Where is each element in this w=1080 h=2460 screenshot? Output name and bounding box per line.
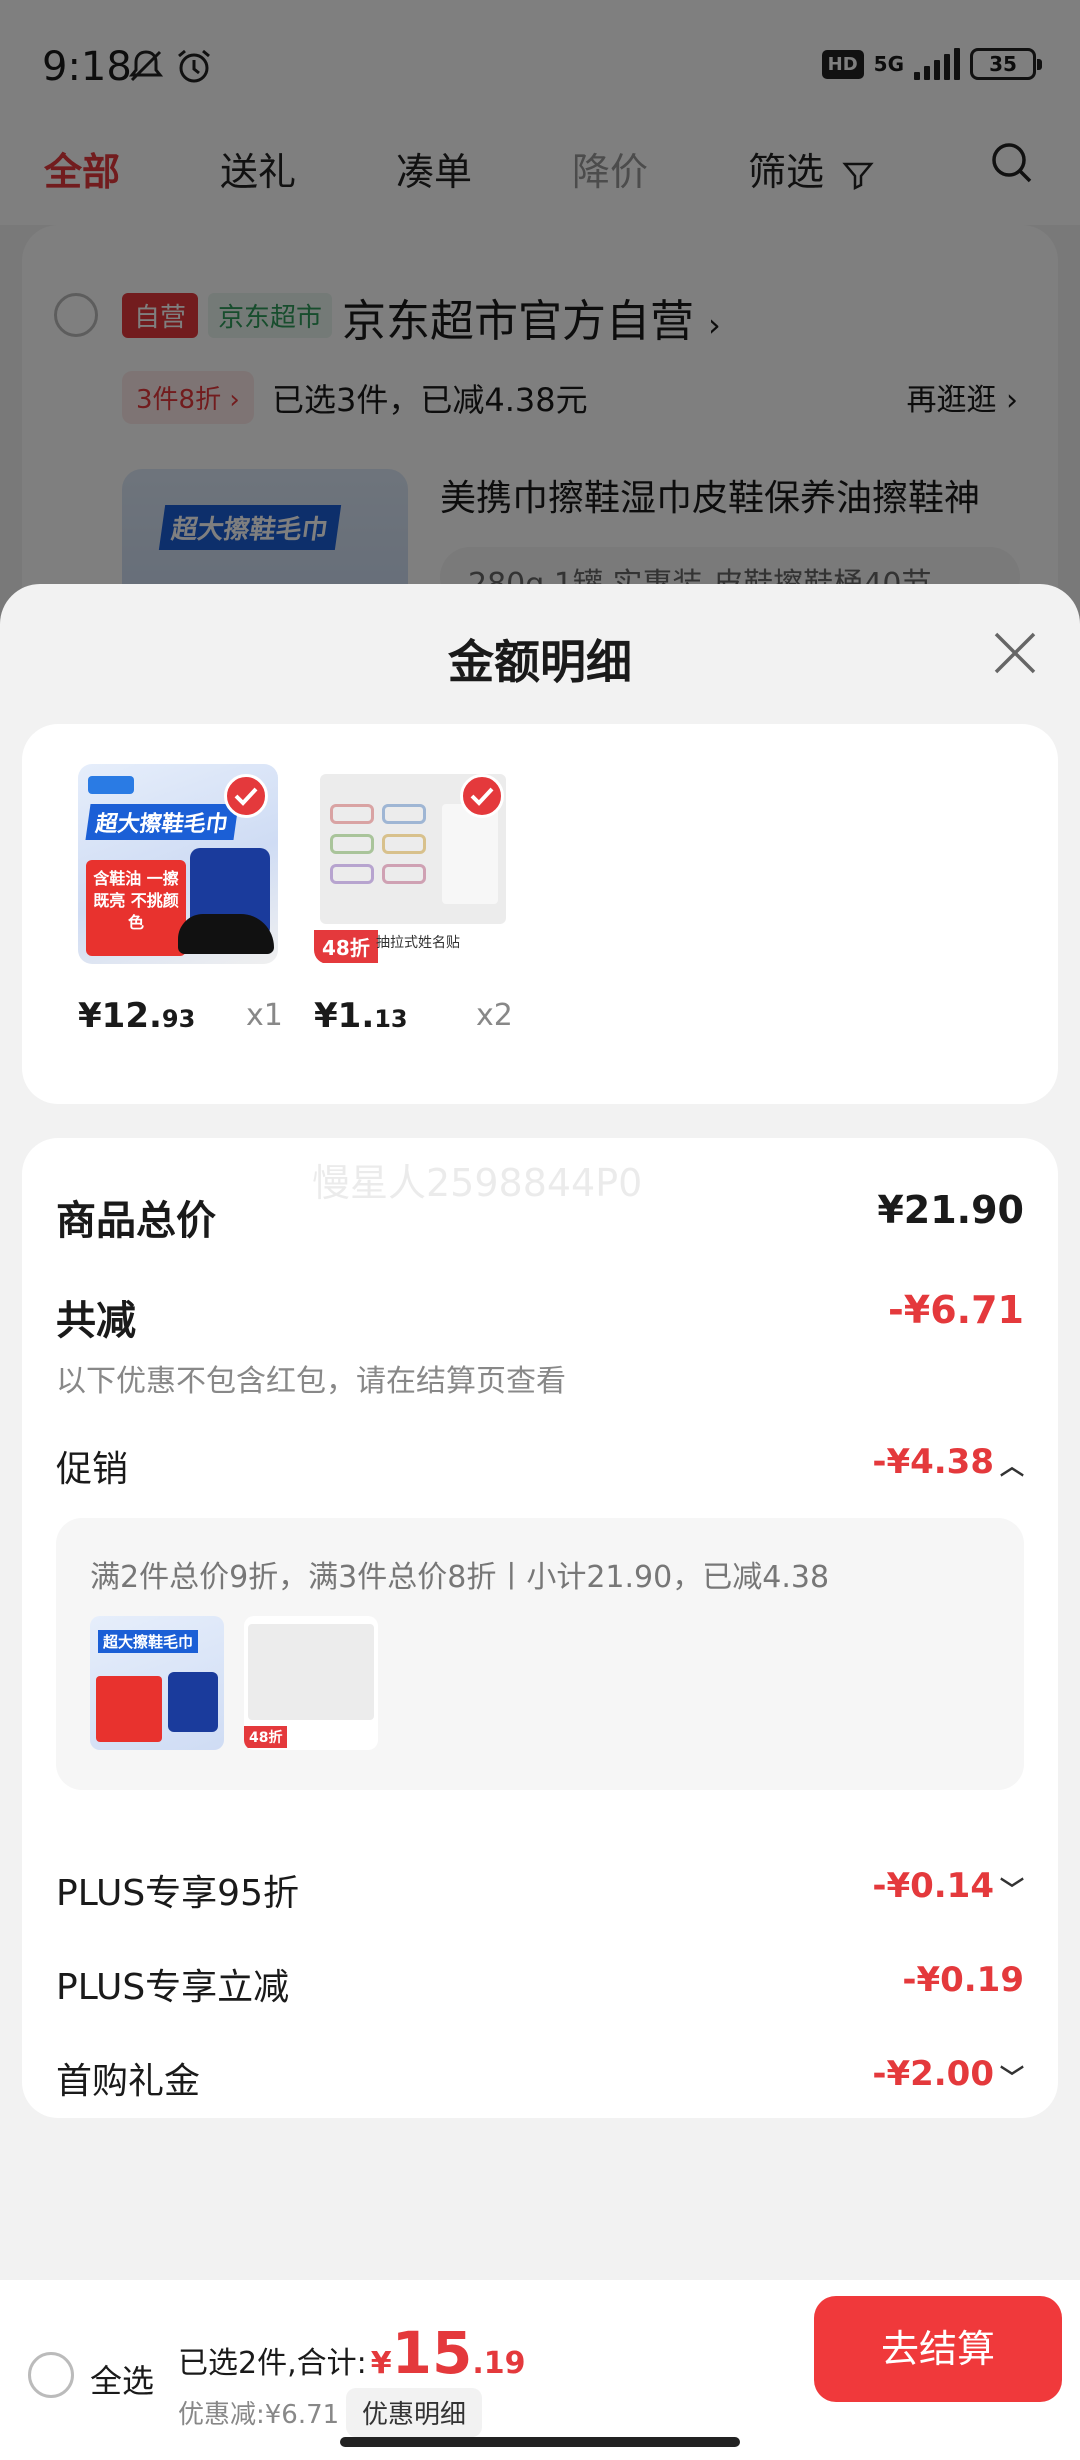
mini-thumb-label: 超大擦鞋毛巾 bbox=[98, 1630, 199, 1653]
promo-row[interactable]: 促销 -¥4.38 ︿ bbox=[56, 1440, 1024, 1492]
mini-thumb-tag: 48折 bbox=[244, 1726, 288, 1748]
total-label: 商品总价 bbox=[56, 1198, 216, 1244]
item-name-stickers[interactable]: 48折 抽拉式姓名贴 bbox=[314, 764, 524, 964]
checkmark-icon bbox=[460, 774, 504, 818]
plus-instant-row: PLUS专享立减 -¥0.19 bbox=[56, 1958, 1024, 2010]
checkout-bar: 全选 已选2件,合计: ¥ 15 .19 优惠减:¥6.71 优惠明细 去结算 bbox=[0, 2280, 1080, 2460]
close-icon[interactable] bbox=[992, 630, 1038, 676]
first-gift-label: 首购礼金 bbox=[56, 2061, 201, 2102]
select-all-label[interactable]: 全选 bbox=[90, 2356, 154, 2402]
total-value: ¥21.90 bbox=[877, 1188, 1024, 1232]
reduce-value: -¥6.71 bbox=[888, 1288, 1024, 1332]
price-detail-card: 商品总价 ¥21.90 共减 -¥6.71 以下优惠不包含红包，请在结算页查看 … bbox=[22, 1138, 1058, 2118]
item-image-label: 48折 bbox=[314, 930, 378, 963]
item-price: ¥1.13 bbox=[314, 996, 408, 1036]
sheet-title: 金额明细 bbox=[448, 635, 632, 689]
reduce-label: 共减 bbox=[56, 1298, 136, 1344]
total-amount-dec: .19 bbox=[472, 2346, 526, 2381]
promo-item-thumb: 48折 bbox=[244, 1616, 378, 1750]
plus-instant-value: -¥0.19 bbox=[902, 1960, 1024, 2000]
item-image-label-top: 抽拉式姓名贴 bbox=[376, 935, 460, 951]
user-watermark: 慢星人2598844P0 bbox=[312, 1161, 643, 1205]
item-quantity: x2 bbox=[476, 998, 513, 1033]
item-image: 超大擦鞋毛巾 含鞋油 一擦既亮 不挑颜色 bbox=[78, 764, 278, 964]
checkout-button[interactable]: 去结算 bbox=[814, 2296, 1062, 2402]
checkmark-icon bbox=[224, 774, 268, 818]
brand-logo-icon bbox=[88, 776, 134, 794]
select-all-radio[interactable] bbox=[28, 2352, 74, 2398]
promo-item-thumb: 超大擦鞋毛巾 bbox=[90, 1616, 224, 1750]
plus-instant-label: PLUS专享立减 bbox=[56, 1967, 290, 2008]
promo-detail-box: 满2件总价9折，满3件总价8折丨小计21.90，已减4.38 超大擦鞋毛巾 48… bbox=[56, 1518, 1024, 1790]
selected-items-card: 超大擦鞋毛巾 含鞋油 一擦既亮 不挑颜色 ¥12.93 x1 48折 抽拉式姓名… bbox=[22, 724, 1058, 1104]
amount-detail-sheet: 金额明细 超大擦鞋毛巾 含鞋油 一擦既亮 不挑颜色 ¥12.93 x1 48折 … bbox=[0, 584, 1080, 2460]
item-image-label-top: 超大擦鞋毛巾 bbox=[85, 804, 239, 840]
chevron-down-icon: ﹀ bbox=[1000, 2064, 1024, 2092]
shoe-icon bbox=[178, 914, 274, 954]
promo-value: -¥4.38 ︿ bbox=[872, 1442, 1024, 1482]
chevron-down-icon: ﹀ bbox=[1000, 1876, 1024, 1904]
first-gift-row[interactable]: 首购礼金 -¥2.00 ﹀ bbox=[56, 2052, 1024, 2104]
chevron-up-icon: ︿ bbox=[1000, 1452, 1024, 1480]
mini-thumb-stickers bbox=[248, 1624, 374, 1720]
item-image: 48折 抽拉式姓名贴 bbox=[314, 764, 514, 964]
discount-summary: 优惠减:¥6.71 bbox=[178, 2400, 340, 2430]
promo-description: 满2件总价9折，满3件总价8折丨小计21.90，已减4.38 bbox=[90, 1560, 830, 1595]
mini-thumb-tag bbox=[96, 1676, 162, 1742]
discount-detail-button[interactable]: 优惠明细 bbox=[346, 2388, 483, 2437]
plus-discount-label: PLUS专享95折 bbox=[56, 1873, 299, 1914]
mini-thumb-jar bbox=[168, 1672, 218, 1732]
plus-discount-value: -¥0.14 ﹀ bbox=[872, 1866, 1024, 1906]
selected-count-text: 已选2件,合计: bbox=[178, 2346, 367, 2381]
reduce-row: 共减 -¥6.71 bbox=[56, 1288, 1024, 1346]
promo-label: 促销 bbox=[56, 1449, 129, 1490]
total-currency: ¥ bbox=[370, 2346, 392, 2381]
item-price: ¥12.93 bbox=[78, 996, 196, 1036]
total-amount-int: 15 bbox=[391, 2319, 473, 2387]
item-quantity: x1 bbox=[246, 998, 283, 1033]
item-image-label: 含鞋油 一擦既亮 不挑颜色 bbox=[86, 860, 186, 956]
reduce-note: 以下优惠不包含红包，请在结算页查看 bbox=[56, 1364, 566, 1399]
total-summary: 已选2件,合计: ¥ 15 .19 bbox=[178, 2324, 525, 2382]
home-indicator[interactable] bbox=[340, 2437, 740, 2447]
first-gift-value: -¥2.00 ﹀ bbox=[872, 2054, 1024, 2094]
item-shoe-wipes[interactable]: 超大擦鞋毛巾 含鞋油 一擦既亮 不挑颜色 bbox=[78, 764, 288, 964]
plus-discount-row[interactable]: PLUS专享95折 -¥0.14 ﹀ bbox=[56, 1864, 1024, 1916]
